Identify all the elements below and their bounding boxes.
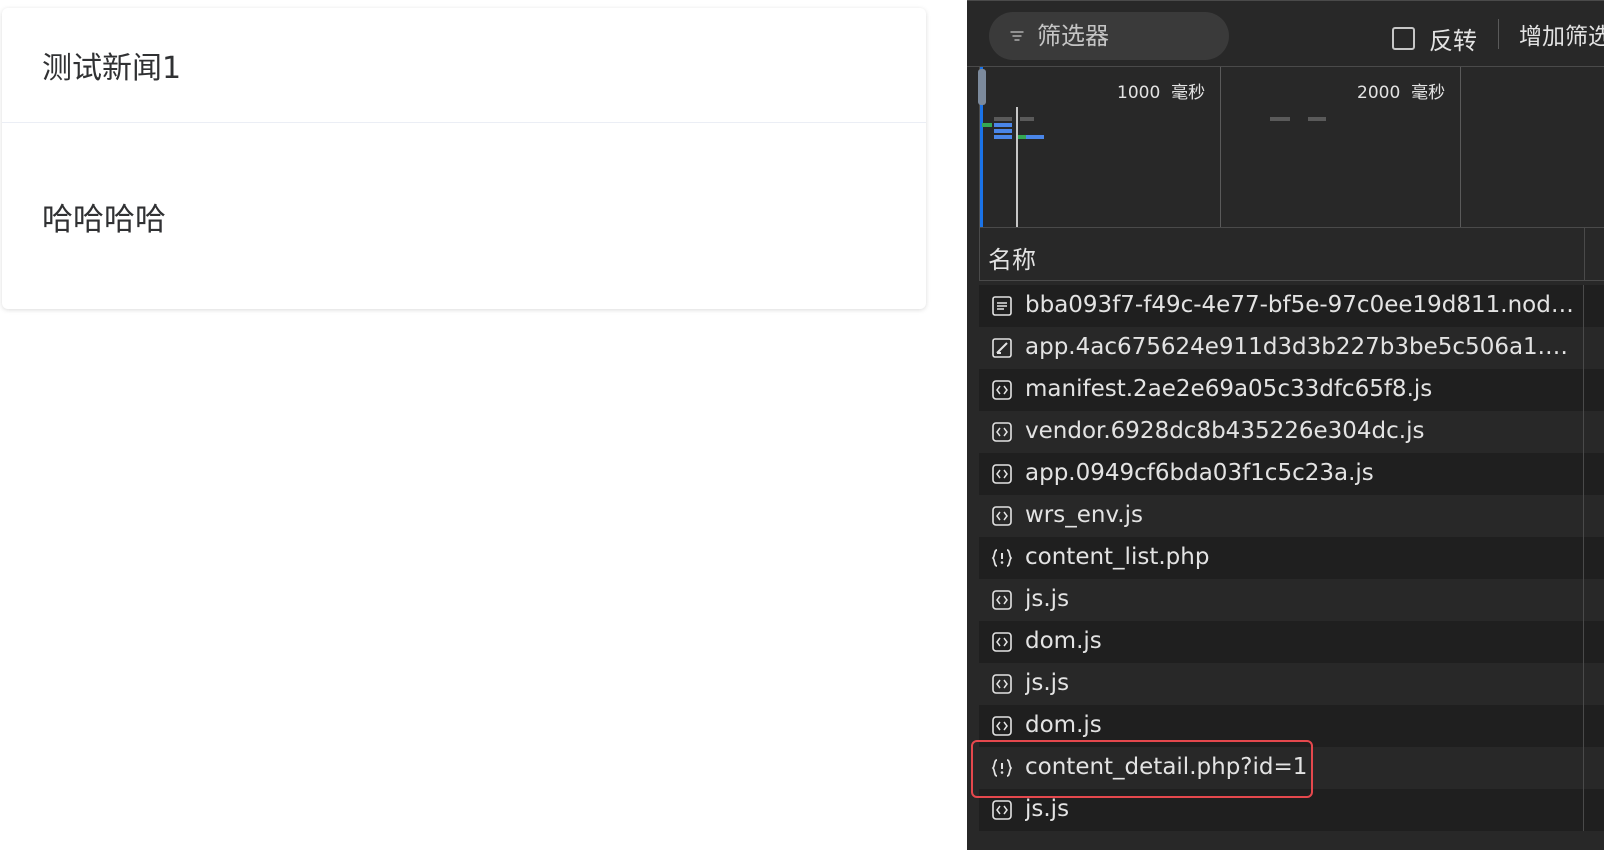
column-divider[interactable] — [1584, 228, 1585, 281]
column-header-name[interactable]: 名称 — [988, 240, 1036, 275]
fetch-icon — [991, 549, 1013, 567]
request-name: wrs_env.js — [1025, 502, 1143, 528]
overview-range-handle[interactable] — [978, 69, 986, 105]
request-name: js.js — [1025, 586, 1070, 612]
devtools-network-panel: 反转 增加筛选 1000 毫秒 2000 毫秒 名称 — [967, 0, 1604, 850]
request-row[interactable]: bba093f7-f49c-4e77-bf5e-97c0ee19d811.nod… — [979, 285, 1604, 327]
request-name: manifest.2ae2e69a05c33dfc65f8.js — [1025, 376, 1433, 402]
request-name: js.js — [1025, 670, 1070, 696]
column-divider — [1583, 369, 1584, 411]
waterfall-bar — [1020, 117, 1034, 121]
document-icon — [992, 296, 1012, 316]
script-icon — [992, 590, 1012, 610]
request-name: js.js — [1025, 796, 1070, 822]
network-toolbar: 反转 增加筛选 — [967, 0, 1604, 67]
request-row[interactable]: app.4ac675624e911d3d3b227b3be5c506a1.css — [979, 327, 1604, 369]
script-icon — [992, 422, 1012, 442]
column-divider — [1583, 537, 1584, 579]
waterfall-bar — [982, 123, 992, 127]
waterfall-bar — [1270, 117, 1290, 121]
filter-input[interactable] — [1035, 21, 1229, 51]
waterfall-bar — [994, 129, 1012, 133]
request-table-header: 名称 — [979, 228, 1604, 281]
request-name: dom.js — [1025, 712, 1102, 738]
request-list: bba093f7-f49c-4e77-bf5e-97c0ee19d811.nod… — [979, 285, 1604, 831]
filter-icon — [1010, 31, 1024, 41]
column-divider — [1583, 621, 1584, 663]
script-icon — [992, 380, 1012, 400]
script-icon — [992, 800, 1012, 820]
column-divider — [1583, 663, 1584, 705]
tick-line — [1460, 67, 1461, 227]
news-title: 测试新闻1 — [2, 8, 926, 123]
waterfall-bar — [1026, 135, 1044, 139]
script-icon — [992, 674, 1012, 694]
column-divider — [1583, 705, 1584, 747]
request-name: app.0949cf6bda03f1c5c23a.js — [1025, 460, 1374, 486]
request-row[interactable]: content_list.php — [979, 537, 1604, 579]
waterfall-bar — [994, 135, 1012, 139]
tick-label-2000: 2000 毫秒 — [1357, 83, 1446, 103]
more-filters-button[interactable]: 增加筛选 — [1519, 17, 1604, 51]
waterfall-bar — [1308, 117, 1326, 121]
column-divider — [1583, 285, 1584, 327]
news-body: 哈哈哈哈 — [42, 201, 166, 238]
request-row[interactable]: vendor.6928dc8b435226e304dc.js — [979, 411, 1604, 453]
tick-line — [1220, 67, 1221, 227]
column-divider — [1583, 453, 1584, 495]
request-row[interactable]: js.js — [979, 789, 1604, 831]
script-icon — [992, 632, 1012, 652]
request-name: app.4ac675624e911d3d3b227b3be5c506a1.css — [1025, 334, 1577, 360]
waterfall-bar — [1018, 135, 1026, 139]
column-divider — [1583, 327, 1584, 369]
invert-toggle[interactable]: 反转 — [1392, 21, 1477, 56]
script-icon — [992, 464, 1012, 484]
request-name: vendor.6928dc8b435226e304dc.js — [1025, 418, 1425, 444]
overview-cursor — [1016, 107, 1018, 227]
request-row-content-detail[interactable]: content_detail.php?id=1 — [979, 747, 1604, 789]
request-row[interactable]: js.js — [979, 579, 1604, 621]
request-row[interactable]: dom.js — [979, 705, 1604, 747]
column-divider — [1583, 789, 1584, 831]
network-overview-timeline[interactable]: 1000 毫秒 2000 毫秒 — [978, 67, 1604, 228]
request-name: dom.js — [1025, 628, 1102, 654]
request-name: content_detail.php?id=1 — [1025, 754, 1308, 780]
request-name: bba093f7-f49c-4e77-bf5e-97c0ee19d811.nod… — [1025, 292, 1577, 318]
script-icon — [992, 716, 1012, 736]
column-divider — [1583, 411, 1584, 453]
invert-checkbox[interactable] — [1392, 27, 1415, 50]
news-card: 测试新闻1 哈哈哈哈 — [2, 8, 926, 309]
column-divider — [1583, 579, 1584, 621]
waterfall-bar — [994, 117, 1012, 121]
request-row[interactable]: manifest.2ae2e69a05c33dfc65f8.js — [979, 369, 1604, 411]
column-divider — [1583, 495, 1584, 537]
request-row[interactable]: app.0949cf6bda03f1c5c23a.js — [979, 453, 1604, 495]
filter-box[interactable] — [989, 12, 1229, 60]
invert-label: 反转 — [1429, 27, 1477, 55]
script-icon — [992, 506, 1012, 526]
toolbar-divider — [1498, 19, 1499, 49]
web-page: 测试新闻1 哈哈哈哈 — [0, 0, 967, 850]
request-row[interactable]: js.js — [979, 663, 1604, 705]
request-row[interactable]: dom.js — [979, 621, 1604, 663]
tick-label-1000: 1000 毫秒 — [1117, 83, 1206, 103]
fetch-icon — [991, 759, 1013, 777]
stylesheet-icon — [992, 338, 1012, 358]
request-name: content_list.php — [1025, 544, 1210, 570]
column-divider — [1583, 747, 1584, 789]
request-row[interactable]: wrs_env.js — [979, 495, 1604, 537]
waterfall-bar — [994, 123, 1012, 127]
